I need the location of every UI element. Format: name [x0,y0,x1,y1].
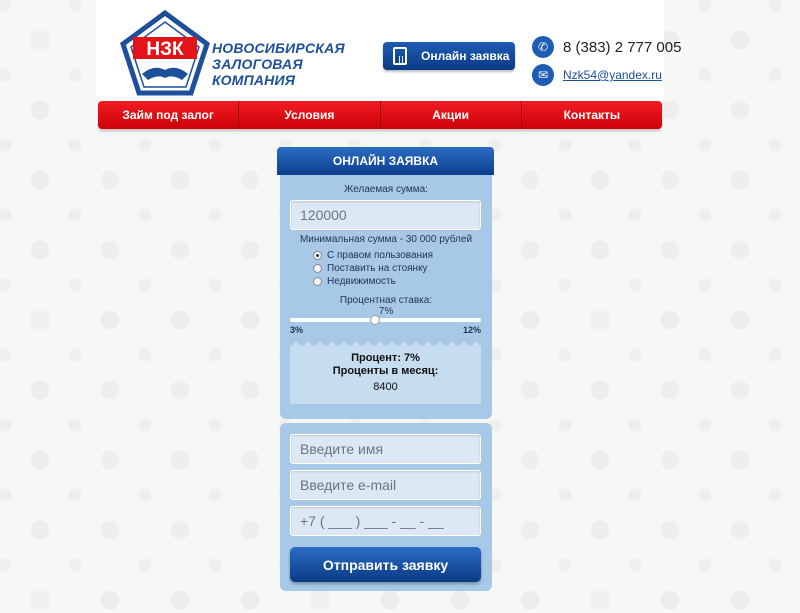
radio-selected-icon [313,251,322,260]
rate-min-label: 3% [290,325,304,335]
phone-icon: ✆ [532,36,554,58]
online-request-label: Онлайн заявка [421,49,510,63]
rate-slider-handle[interactable] [369,315,380,325]
online-request-button[interactable]: Онлайн заявка [383,42,515,70]
result-percent: Процент: 7% [351,352,420,364]
brand-line-2: Залоговая компания [212,56,303,88]
name-input[interactable] [290,434,481,464]
company-logo[interactable]: НЗК [120,10,210,96]
calculator-icon [393,47,407,65]
submit-button[interactable]: Отправить заявку [290,547,481,582]
option-parking-label: Поставить на стоянку [327,263,428,274]
result-monthly-value: 8400 [373,381,398,393]
email-link[interactable]: Nzk54@yandex.ru [563,68,662,82]
main-nav: Займ под залог Условия Акции Контакты [98,101,662,129]
option-usage-right-label: С правом пользования [327,250,434,261]
option-real-estate-label: Недвижимость [327,276,396,287]
nav-item-terms[interactable]: Условия [239,101,381,129]
amount-input[interactable] [290,200,481,230]
phone-number: 8 (383) 2 777 005 [563,38,682,56]
phone-contact: ✆ 8 (383) 2 777 005 [532,36,681,58]
brand-line-1: Новосибирская [212,40,345,56]
rate-label: Процентная ставка: [339,295,433,306]
option-parking[interactable]: Поставить на стоянку [313,263,428,274]
radio-icon [313,264,322,273]
min-amount-note: Минимальная сумма - 30 000 рублей [299,234,473,245]
calculator-panel: Желаемая сумма: Минимальная сумма - 30 0… [280,175,492,419]
result-box: Процент: 7% Проценты в месяц: 8400 [290,342,481,404]
envelope-icon: ✉ [532,64,554,86]
email-contact: ✉ Nzk54@yandex.ru [532,64,662,86]
result-monthly-label: Проценты в месяц: [332,365,439,377]
radio-icon [313,277,322,286]
nav-item-promotions[interactable]: Акции [381,101,522,129]
contact-panel: Отправить заявку [280,423,492,591]
rate-max-label: 12% [462,325,481,335]
email-input[interactable] [290,470,481,500]
nav-item-loan[interactable]: Займ под залог [98,101,240,129]
rate-value: 7% [378,306,394,317]
option-real-estate[interactable]: Недвижимость [313,276,396,287]
logo-text: НЗК [146,39,184,60]
option-usage-right[interactable]: С правом пользования [313,250,433,261]
amount-label: Желаемая сумма: [344,184,428,195]
form-title: ОНЛАЙН ЗАЯВКА [277,147,494,175]
phone-input[interactable] [290,506,481,536]
rate-slider-track[interactable] [290,318,481,322]
brand-name: Новосибирская Залоговая компания [212,40,382,88]
nav-item-contacts[interactable]: Контакты [522,101,662,129]
